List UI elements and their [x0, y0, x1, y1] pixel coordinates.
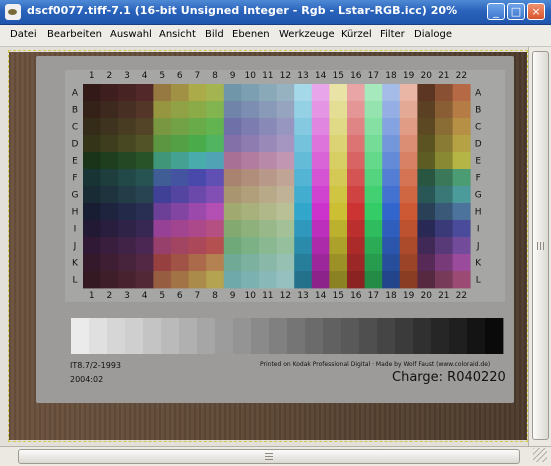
vertical-scroll-thumb[interactable] [532, 51, 549, 440]
image-window: dscf0077.tiff-7.1 (16-bit Unsigned Integ… [0, 0, 551, 466]
horizontal-scroll-thumb[interactable] [18, 449, 520, 464]
window-title: dscf0077.tiff-7.1 (16-bit Unsigned Integ… [27, 4, 458, 17]
menu-werkzeuge[interactable]: Werkzeuge [279, 29, 335, 40]
gimp-app-icon [5, 4, 21, 20]
menu-ebenen[interactable]: Ebenen [232, 29, 270, 40]
menu-bar: Datei Bearbeiten Auswahl Ansicht Bild Eb… [0, 25, 551, 47]
minimize-button[interactable]: _ [487, 3, 505, 20]
menu-datei[interactable]: Datei [10, 29, 37, 40]
selection-boundary [8, 50, 528, 442]
menu-ansicht[interactable]: Ansicht [159, 29, 196, 40]
horizontal-scrollbar[interactable] [0, 446, 551, 466]
menu-filter[interactable]: Filter [380, 29, 405, 40]
menu-kurzel[interactable]: Kürzel [341, 29, 372, 40]
menu-auswahl[interactable]: Auswahl [110, 29, 152, 40]
menu-bearbeiten[interactable]: Bearbeiten [47, 29, 102, 40]
menu-bild[interactable]: Bild [205, 29, 224, 40]
maximize-button[interactable]: □ [507, 3, 525, 20]
grip-icon [536, 241, 545, 250]
grip-icon [265, 452, 273, 461]
vertical-scrollbar[interactable] [528, 47, 551, 447]
close-button[interactable]: × [527, 3, 545, 20]
resize-grip-icon[interactable] [533, 448, 547, 462]
menu-dialoge[interactable]: Dialoge [414, 29, 452, 40]
title-bar[interactable]: dscf0077.tiff-7.1 (16-bit Unsigned Integ… [0, 0, 551, 25]
